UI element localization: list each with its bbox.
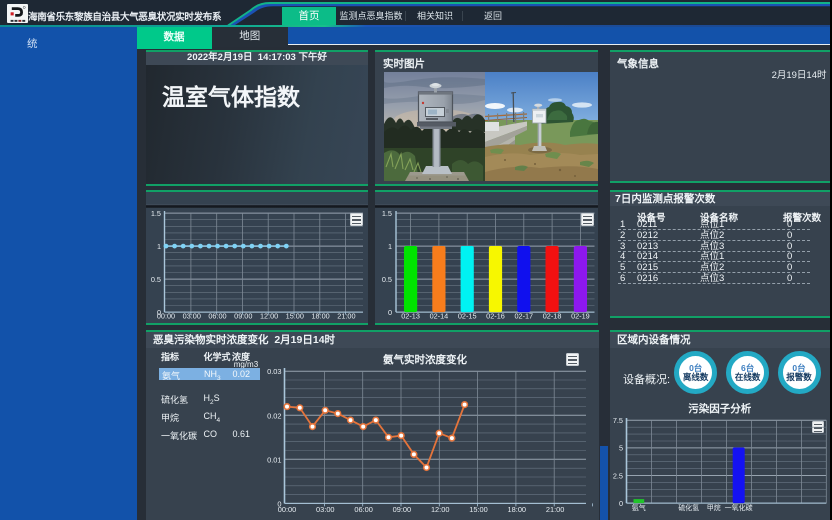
- svg-text:02-14: 02-14: [430, 311, 449, 320]
- svg-text:一氧化碳: 一氧化碳: [725, 503, 753, 512]
- svg-text:0: 0: [157, 307, 161, 316]
- svg-text:18:00: 18:00: [311, 311, 329, 320]
- svg-text:02-15: 02-15: [458, 311, 477, 320]
- svg-text:0.01: 0.01: [267, 456, 281, 465]
- svg-text:甲烷: 甲烷: [707, 503, 721, 512]
- svg-text:0: 0: [277, 499, 281, 508]
- svg-text:1.5: 1.5: [151, 208, 161, 217]
- svg-text:03:00: 03:00: [183, 311, 201, 320]
- svg-text:2.5: 2.5: [613, 471, 623, 480]
- svg-text:1.5: 1.5: [382, 208, 392, 217]
- svg-text:15:00: 15:00: [286, 311, 304, 320]
- svg-text:0.5: 0.5: [382, 274, 392, 283]
- svg-text:21:00: 21:00: [337, 311, 355, 320]
- svg-text:15:00: 15:00: [469, 505, 488, 514]
- svg-text:02-13: 02-13: [401, 311, 420, 320]
- svg-text:硫化氢: 硫化氢: [678, 503, 699, 512]
- svg-text:09:00: 09:00: [393, 505, 412, 514]
- svg-text:7.5: 7.5: [613, 416, 623, 425]
- svg-text:12:00: 12:00: [260, 311, 278, 320]
- svg-text:氨气: 氨气: [632, 503, 646, 512]
- svg-text:0: 0: [388, 307, 392, 316]
- svg-text:02-18: 02-18: [543, 311, 562, 320]
- svg-text:0: 0: [619, 499, 623, 508]
- svg-text:18:00: 18:00: [508, 505, 527, 514]
- svg-text:09:00: 09:00: [234, 311, 252, 320]
- svg-text:1: 1: [388, 241, 392, 250]
- svg-text:5: 5: [619, 444, 623, 453]
- svg-text:0.5: 0.5: [151, 274, 161, 283]
- svg-text:02-16: 02-16: [486, 311, 505, 320]
- svg-text:1: 1: [157, 241, 161, 250]
- svg-text:21:00: 21:00: [546, 505, 565, 514]
- svg-text:03:00: 03:00: [316, 505, 335, 514]
- svg-text:02-17: 02-17: [514, 311, 533, 320]
- svg-text:02-19: 02-19: [571, 311, 590, 320]
- svg-text:12:00: 12:00: [431, 505, 450, 514]
- svg-text:0.03: 0.03: [267, 367, 281, 376]
- svg-text:06:00: 06:00: [354, 505, 373, 514]
- svg-text:06:00: 06:00: [208, 311, 226, 320]
- svg-text:0.02: 0.02: [267, 411, 281, 420]
